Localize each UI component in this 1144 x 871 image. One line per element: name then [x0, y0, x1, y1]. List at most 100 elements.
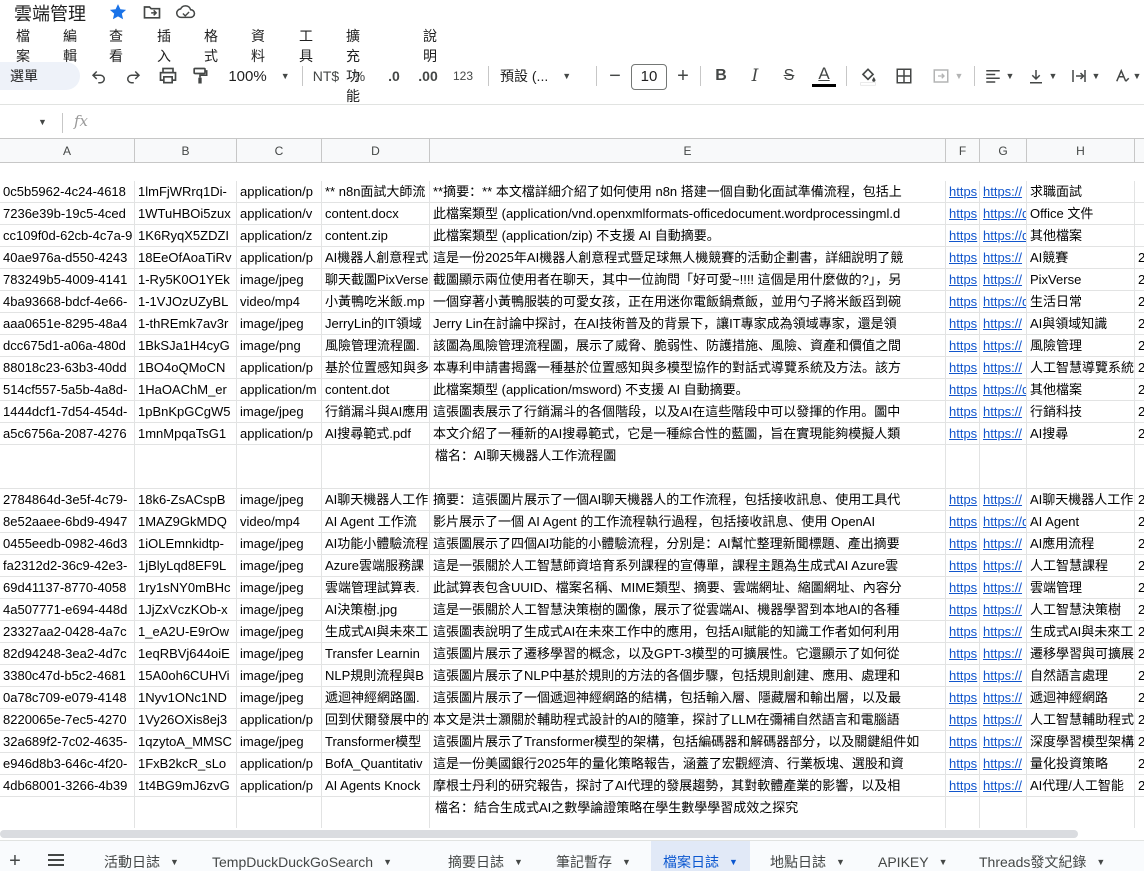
fill-color-icon[interactable] — [856, 56, 880, 96]
cell-f[interactable]: https — [946, 203, 980, 225]
cell-i[interactable]: 2 — [1135, 577, 1144, 599]
cell-b[interactable]: 1HaOAChM_er — [135, 379, 237, 401]
column-header-f[interactable]: F — [946, 139, 980, 163]
cell-d[interactable]: Transformer模型 — [322, 731, 430, 753]
percent-format-button[interactable]: % — [350, 56, 368, 96]
cell-a[interactable]: 8220065e-7ec5-4270 — [0, 709, 135, 731]
cell-g[interactable]: https:// — [980, 621, 1027, 643]
cell-h[interactable]: 人工智慧課程 — [1027, 555, 1135, 577]
cell-h[interactable]: 求職面試 — [1027, 181, 1135, 203]
column-header-a[interactable]: A — [0, 139, 135, 163]
cell-f[interactable]: https — [946, 599, 980, 621]
cell-f[interactable]: https — [946, 665, 980, 687]
cell-b[interactable]: 1t4BG9mJ6zvG — [135, 775, 237, 797]
decrease-decimal-button[interactable]: .0 — [382, 56, 406, 96]
document-title[interactable]: 雲端管理 — [14, 0, 86, 26]
cell-i[interactable]: 2 — [1135, 775, 1144, 797]
cell-c[interactable]: video/mp4 — [237, 291, 322, 313]
cell-c[interactable]: image/jpeg — [237, 489, 322, 511]
cell-g[interactable]: https:// — [980, 731, 1027, 753]
cell-i[interactable]: 2 — [1135, 753, 1144, 775]
cell-f[interactable]: https — [946, 335, 980, 357]
cell-g[interactable]: https:// — [980, 401, 1027, 423]
cell-e[interactable]: 此檔案類型 (application/vnd.openxmlformats-of… — [430, 203, 946, 225]
cell-f[interactable]: https — [946, 753, 980, 775]
cell-i[interactable]: 2 — [1135, 379, 1144, 401]
cell-e[interactable]: 這張圖展示了四個AI功能的小體驗流程，分別是：AI幫忙整理新聞標題、產出摘要 — [430, 533, 946, 555]
cell-d[interactable]: 聊天截圖PixVerse — [322, 269, 430, 291]
cell-i[interactable]: 2 — [1135, 599, 1144, 621]
undo-icon[interactable] — [88, 56, 110, 96]
cell-e[interactable]: 此試算表包含UUID、檔案名稱、MIME類型、摘要、雲端網址、縮圖網址、內容分 — [430, 577, 946, 599]
cell-g[interactable]: https:// — [980, 357, 1027, 379]
cell-f[interactable]: https — [946, 643, 980, 665]
cell-d[interactable]: 行銷漏斗與AI應用 — [322, 401, 430, 423]
cell-a[interactable]: cc109f0d-62cb-4c7a-9 — [0, 225, 135, 247]
cell-d[interactable] — [322, 445, 430, 489]
cell-b[interactable]: 1_eA2U-E9rOw — [135, 621, 237, 643]
cell-i[interactable] — [1135, 797, 1144, 828]
cell-b[interactable]: 1Vy26OXis8ej3 — [135, 709, 237, 731]
cell-h[interactable]: 深度學習模型架構 — [1027, 731, 1135, 753]
cell-i[interactable] — [1135, 203, 1144, 225]
cell-c[interactable]: application/m — [237, 379, 322, 401]
cell-h[interactable]: 人工智慧導覽系統 — [1027, 357, 1135, 379]
cell-i[interactable]: 2 — [1135, 335, 1144, 357]
star-icon[interactable] — [108, 2, 128, 22]
cell-i[interactable]: 2 — [1135, 511, 1144, 533]
increase-font-size-icon[interactable]: + — [674, 56, 692, 96]
cell-h[interactable]: 其他檔案 — [1027, 225, 1135, 247]
cell-d[interactable]: BofA_Quantitativ — [322, 753, 430, 775]
cell-f[interactable]: https — [946, 621, 980, 643]
cell-b[interactable]: 1jBlyLqd8EF9L — [135, 555, 237, 577]
cell-b[interactable]: 1eqRBVj644oiE — [135, 643, 237, 665]
cell-h[interactable]: 遞迴神經網路 — [1027, 687, 1135, 709]
cell-a[interactable]: 4db68001-3266-4b39 — [0, 775, 135, 797]
cell-e[interactable]: 截圖顯示兩位使用者在聊天，其中一位詢問「好可愛~!!!! 這個是用什麼做的?」，… — [430, 269, 946, 291]
cell-c[interactable] — [237, 797, 322, 828]
cell-i[interactable]: 2 — [1135, 291, 1144, 313]
cell-e[interactable]: 檔名：AI聊天機器人工作流程圖 — [430, 445, 946, 489]
cell-g[interactable]: https:// — [980, 665, 1027, 687]
sheet-tab-activity-log[interactable]: 活動日誌 ▼ — [92, 841, 191, 871]
cell-f[interactable]: https — [946, 269, 980, 291]
all-sheets-icon[interactable] — [44, 841, 68, 871]
cell-a[interactable] — [0, 445, 135, 489]
cell-i[interactable] — [1135, 225, 1144, 247]
cell-h[interactable]: 遷移學習與可擴展 — [1027, 643, 1135, 665]
cell-e[interactable]: 本文介紹了一種新的AI搜尋範式，它是一種綜合性的藍圖，旨在實現能夠模擬人類 — [430, 423, 946, 445]
cell-c[interactable]: image/jpeg — [237, 599, 322, 621]
cell-h[interactable]: AI與領域知識 — [1027, 313, 1135, 335]
cell-i[interactable]: 2 — [1135, 533, 1144, 555]
cell-i[interactable]: 2 — [1135, 731, 1144, 753]
sheet-tab-threads-log[interactable]: Threads發文紀錄 ▼ — [967, 841, 1117, 871]
add-sheet-icon[interactable]: + — [4, 841, 26, 871]
cell-a[interactable]: 2784864d-3e5f-4c79- — [0, 489, 135, 511]
cell-a[interactable]: 0a78c709-e079-4148 — [0, 687, 135, 709]
cell-b[interactable]: 1ry1sNY0mBHc — [135, 577, 237, 599]
cell-h[interactable]: 生活日常 — [1027, 291, 1135, 313]
cell-b[interactable]: 1-Ry5K0O1YEk — [135, 269, 237, 291]
cell-c[interactable]: application/z — [237, 225, 322, 247]
cell-h[interactable]: 人工智慧輔助程式 — [1027, 709, 1135, 731]
cell-a[interactable]: 32a689f2-7c02-4635- — [0, 731, 135, 753]
cell-f[interactable]: https — [946, 423, 980, 445]
cell-b[interactable] — [135, 797, 237, 828]
cell-g[interactable]: https:// — [980, 775, 1027, 797]
cell-g[interactable]: https:// — [980, 709, 1027, 731]
sheet-tab-location-log[interactable]: 地點日誌 ▼ — [758, 841, 857, 871]
cell-b[interactable]: 1lmFjWRrq1Di- — [135, 181, 237, 203]
cell-b[interactable]: 1-1VJOzUZyBL — [135, 291, 237, 313]
cell-b[interactable]: 18k6-ZsACspB — [135, 489, 237, 511]
cell-h[interactable]: PixVerse — [1027, 269, 1135, 291]
cell-a[interactable]: 82d94248-3ea2-4d7c — [0, 643, 135, 665]
vertical-align-icon[interactable]: ▼ — [1026, 56, 1058, 96]
cell-h[interactable]: AI代理/人工智能 — [1027, 775, 1135, 797]
sheet-tab-file-log[interactable]: 檔案日誌 ▼ — [651, 841, 750, 871]
cell-f[interactable]: https — [946, 401, 980, 423]
cell-i[interactable] — [1135, 445, 1144, 489]
cell-d[interactable]: content.docx — [322, 203, 430, 225]
cell-c[interactable]: image/jpeg — [237, 555, 322, 577]
cell-b[interactable]: 1WTuHBOi5zux — [135, 203, 237, 225]
cell-c[interactable]: application/p — [237, 357, 322, 379]
